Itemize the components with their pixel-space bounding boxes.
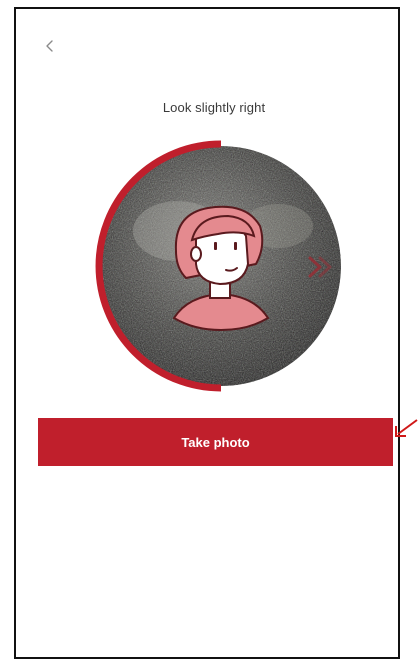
chevron-left-icon [45,37,55,58]
take-photo-button[interactable]: Take photo [38,418,393,466]
instruction-text: Look slightly right [162,100,266,115]
camera-preview-graphic [95,140,341,392]
back-button[interactable] [38,34,62,60]
annotation-arrow-icon [395,419,418,437]
capture-page: Look slightly right Take photo [0,0,418,662]
camera-preview [88,136,350,398]
